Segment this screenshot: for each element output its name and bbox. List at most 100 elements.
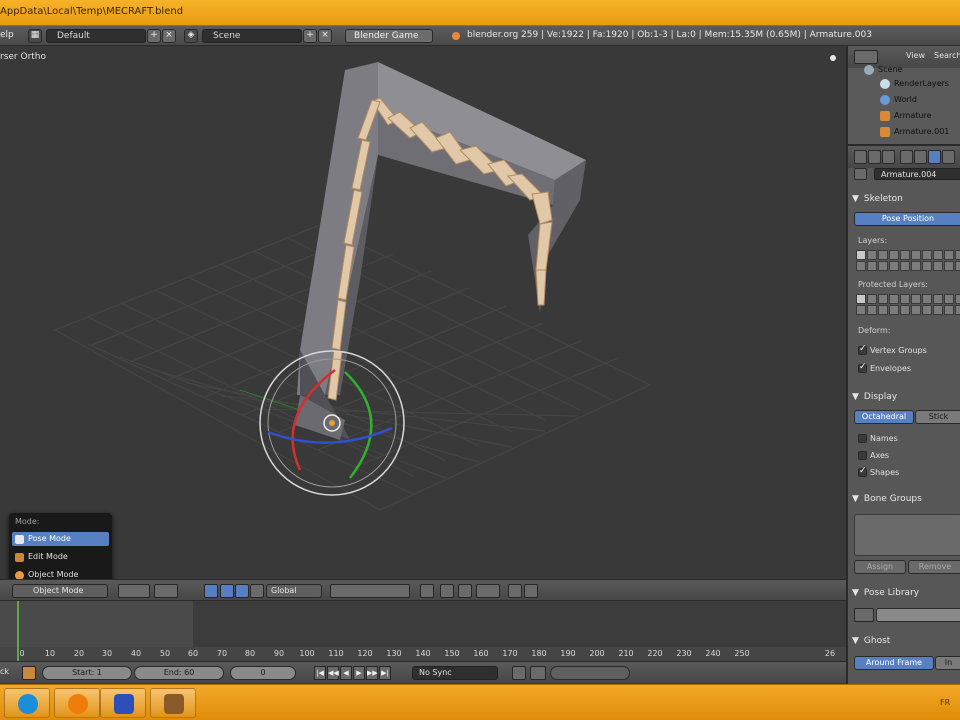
render-icon[interactable] (508, 584, 522, 598)
frame-label: 180 (531, 649, 547, 658)
title-bar: AppData\Local\Temp\MECRAFT.blend (0, 0, 960, 26)
outliner-view-menu[interactable]: View (906, 51, 925, 60)
checkbox-label: Shapes (870, 468, 900, 477)
orientation-select[interactable]: Global (266, 584, 322, 598)
add-layout-button[interactable]: + (147, 29, 161, 43)
menu-item-edit-mode[interactable]: Edit Mode (12, 550, 109, 564)
scene-tab-icon[interactable] (868, 150, 881, 164)
menu-item-pose-mode[interactable]: Pose Mode (12, 532, 109, 546)
scene-field[interactable]: Scene (202, 29, 302, 43)
timeline-editor[interactable]: 0 10 20 30 40 50 60 70 80 90 100 110 120… (0, 601, 846, 661)
layer-buttons[interactable] (330, 584, 410, 598)
remove-scene-button[interactable]: × (318, 29, 332, 43)
taskbar-skype-button[interactable] (4, 688, 50, 718)
stick-button[interactable]: Stick (915, 410, 960, 424)
scene-icon[interactable]: ◈ (184, 29, 198, 43)
render-engine-select[interactable]: Blender Game (345, 29, 433, 43)
around-frame-button[interactable]: Around Frame (854, 656, 934, 670)
pose-library-icon[interactable] (854, 608, 874, 622)
outliner-item-renderlayers[interactable]: RenderLayers (878, 76, 949, 92)
next-keyframe-button[interactable]: ▶▶ (366, 666, 378, 680)
shapes-checkbox[interactable]: Shapes (858, 466, 900, 477)
shading-select-icon[interactable] (118, 584, 150, 598)
3d-viewport[interactable]: rser Ortho (0, 46, 846, 579)
display-section-header[interactable]: ▼ Display (852, 392, 897, 402)
mode-select[interactable]: Object Mode (12, 584, 108, 598)
envelopes-checkbox[interactable]: Envelopes (858, 362, 911, 373)
octahedral-button[interactable]: Octahedral (854, 410, 914, 424)
outliner-search-menu[interactable]: Search (934, 51, 960, 60)
camera-render-icon[interactable] (524, 584, 538, 598)
frame-label: 230 (676, 649, 692, 658)
assign-button[interactable]: Assign (854, 560, 906, 574)
add-scene-button[interactable]: + (303, 29, 317, 43)
outliner-item-world[interactable]: World (878, 92, 917, 108)
section-title: Pose Library (863, 588, 920, 598)
scene-icon (864, 65, 874, 75)
timeline-menu-label[interactable]: ck (0, 666, 16, 680)
mode-menu-header: Mode: (15, 517, 40, 526)
outliner-item-armature-001[interactable]: Armature.001 (878, 124, 949, 140)
pose-position-button[interactable]: Pose Position (854, 212, 960, 226)
rotate-icon[interactable] (235, 584, 249, 598)
start-frame-field[interactable]: Start: 1 (42, 666, 132, 680)
keying-set-field[interactable] (550, 666, 630, 680)
manipulator-toggle-icon[interactable] (204, 584, 218, 598)
bone-groups-section-header[interactable]: ▼ Bone Groups (852, 494, 922, 504)
outliner-item-label: World (894, 95, 917, 104)
bone-tab-icon[interactable] (942, 150, 955, 164)
render-tab-icon[interactable] (854, 150, 867, 164)
remove-layout-button[interactable]: × (162, 29, 176, 43)
names-checkbox[interactable]: Names (858, 434, 898, 443)
scale-icon[interactable] (250, 584, 264, 598)
outliner-panel: View Search Scene RenderLayers World Arm… (846, 46, 960, 144)
record-icon[interactable] (512, 666, 526, 680)
jump-end-button[interactable]: ▶| (379, 666, 391, 680)
taskbar-app-button[interactable] (100, 688, 146, 718)
translate-icon[interactable] (220, 584, 234, 598)
screen-layout-field[interactable]: Default (46, 29, 146, 43)
screen-layout-icon[interactable]: ▦ (28, 29, 42, 43)
armature-data-tab-icon[interactable] (928, 150, 941, 164)
bone-layers-grid[interactable] (856, 250, 960, 271)
remove-button[interactable]: Remove (908, 560, 960, 574)
help-menu[interactable]: elp (0, 29, 14, 43)
checkbox-icon (858, 451, 867, 460)
object-tab-icon[interactable] (900, 150, 913, 164)
windows-taskbar: FR (0, 684, 960, 720)
play-button[interactable]: ▶ (353, 666, 365, 680)
constraints-tab-icon[interactable] (914, 150, 927, 164)
axes-checkbox[interactable]: Axes (858, 451, 889, 460)
taskbar-tool-button[interactable] (150, 688, 196, 718)
viewport-options-dot[interactable] (830, 55, 836, 61)
language-indicator[interactable]: FR (940, 698, 950, 707)
vertex-groups-checkbox[interactable]: Vertex Groups (858, 344, 927, 355)
lock-icon[interactable] (420, 584, 434, 598)
menu-item-label: Object Mode (28, 570, 79, 579)
ghost-section-header[interactable]: ▼ Ghost (852, 636, 890, 646)
proportional-edit-icon[interactable] (476, 584, 500, 598)
in-range-button[interactable]: In (935, 656, 960, 670)
pivot-select-icon[interactable] (154, 584, 178, 598)
outliner-item-armature[interactable]: Armature (878, 108, 932, 124)
pose-library-field[interactable] (876, 608, 960, 622)
taskbar-blender-button[interactable] (54, 688, 100, 718)
pose-library-section-header[interactable]: ▼ Pose Library (852, 588, 919, 598)
sync-mode-select[interactable]: No Sync (412, 666, 498, 680)
play-reverse-button[interactable]: ◀ (340, 666, 352, 680)
world-tab-icon[interactable] (882, 150, 895, 164)
pose-copy-icon[interactable] (440, 584, 454, 598)
keying-set-icon[interactable] (530, 666, 546, 680)
armature-name-field[interactable]: Armature.004 (874, 168, 960, 180)
pose-paste-icon[interactable] (458, 584, 472, 598)
current-frame-field[interactable]: 0 (230, 666, 296, 680)
bone-groups-list[interactable] (854, 514, 960, 556)
protected-layers-grid[interactable] (856, 294, 960, 315)
frame-label: 140 (415, 649, 431, 658)
prev-keyframe-button[interactable]: ◀◀ (327, 666, 339, 680)
outliner-item-label: Armature (894, 111, 932, 120)
end-frame-field[interactable]: End: 60 (134, 666, 224, 680)
preview-range-icon[interactable] (22, 666, 36, 680)
jump-start-button[interactable]: |◀ (314, 666, 326, 680)
skeleton-section-header[interactable]: ▼ Skeleton (852, 194, 903, 204)
